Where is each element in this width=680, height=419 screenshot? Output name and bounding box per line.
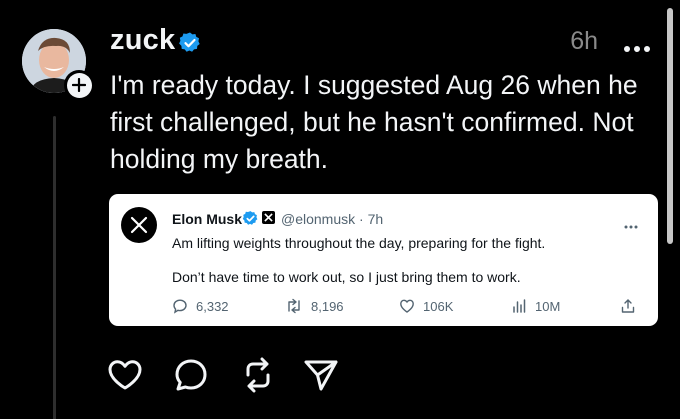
post-text: I'm ready today. I suggested Aug 26 when…	[110, 70, 638, 174]
post-time: 6h	[570, 27, 598, 55]
comment-button[interactable]	[172, 356, 210, 394]
plus-icon	[66, 72, 92, 98]
heart-icon	[108, 360, 142, 390]
reply-count: 6,332	[196, 298, 229, 314]
quote-author-name[interactable]: Elon Musk	[172, 211, 242, 227]
affiliate-x-badge-icon	[262, 211, 275, 224]
follow-button[interactable]	[64, 70, 94, 100]
repost-metric[interactable]: 8,196	[285, 298, 344, 314]
scrollbar[interactable]	[667, 8, 673, 244]
comment-icon	[175, 359, 207, 391]
like-icon	[400, 299, 414, 313]
verified-badge-icon	[178, 31, 202, 55]
repost-icon	[288, 298, 300, 314]
quote-more-icon[interactable]	[624, 216, 638, 234]
send-icon	[304, 360, 338, 391]
like-button[interactable]	[106, 356, 144, 394]
x-logo-icon	[121, 207, 157, 243]
quote-author-handle[interactable]: @elonmusk · 7h	[281, 211, 383, 227]
quote-text-line: Don’t have time to work out, so I just b…	[172, 269, 521, 285]
views-count: 10M	[535, 298, 561, 314]
quote-text-line: Am lifting weights throughout the day, p…	[172, 235, 546, 251]
username[interactable]: zuck	[110, 24, 175, 57]
views-metric[interactable]: 10M	[511, 298, 560, 314]
views-icon	[513, 299, 526, 313]
like-metric[interactable]: 106K	[399, 298, 453, 314]
share-icon[interactable]	[620, 298, 644, 314]
reply-metric[interactable]: 6,332	[172, 298, 229, 314]
verified-badge-icon	[242, 210, 259, 232]
repost-count: 8,196	[311, 298, 344, 314]
quoted-post-card[interactable]: Elon Musk @elonmusk · 7h Am lifting weig…	[109, 194, 658, 326]
like-count: 106K	[423, 298, 454, 314]
thread-line	[53, 116, 56, 419]
send-button[interactable]	[302, 356, 340, 394]
reply-avatars-peek	[105, 412, 165, 419]
more-icon[interactable]	[623, 40, 651, 58]
reply-icon	[173, 299, 187, 314]
repost-icon	[246, 357, 270, 393]
repost-button[interactable]	[239, 356, 277, 394]
